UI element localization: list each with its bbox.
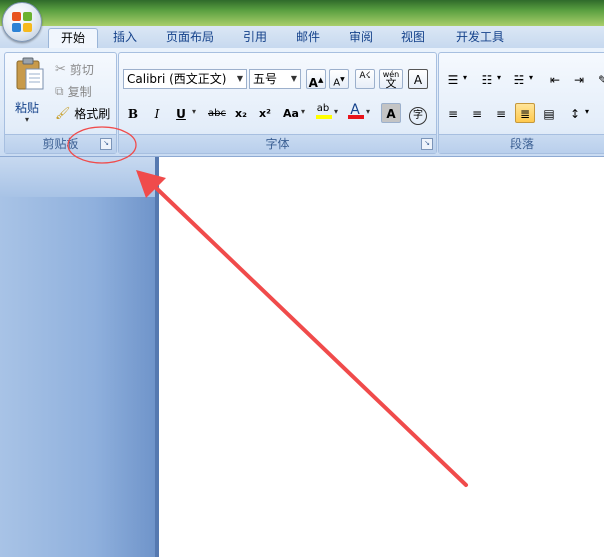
justify-icon[interactable]: ≣: [515, 103, 535, 123]
office-logo-icon: [12, 12, 32, 32]
ribbon-tab-strip: 开始 插入 页面布局 引用 邮件 审阅 视图 开发工具: [0, 26, 604, 49]
multilevel-list-icon[interactable]: ☵: [509, 69, 529, 89]
left-panel-header: [0, 157, 158, 197]
font-color-bar: [348, 115, 364, 119]
tab-mailings[interactable]: 邮件: [287, 28, 329, 47]
chevron-down-icon: ▾: [529, 73, 534, 82]
tab-view[interactable]: 视图: [392, 28, 434, 47]
superscript-button[interactable]: x²: [255, 103, 275, 123]
character-shading-button[interactable]: A: [381, 103, 401, 123]
font-color-button[interactable]: A: [345, 101, 365, 121]
underline-button[interactable]: U: [171, 103, 191, 123]
align-center-icon[interactable]: ≡: [467, 103, 487, 123]
align-left-icon[interactable]: ≡: [443, 103, 463, 123]
tab-page-layout[interactable]: 页面布局: [156, 28, 224, 47]
scissors-icon: ✂: [55, 61, 66, 77]
paste-label: 粘贴: [15, 101, 40, 115]
chinese-layout-icon[interactable]: ✎: [593, 69, 604, 89]
cut-button[interactable]: ✂ 剪切: [55, 59, 94, 79]
tab-home[interactable]: 开始: [48, 28, 98, 49]
numbering-icon[interactable]: ☷: [477, 69, 497, 89]
tab-developer[interactable]: 开发工具: [446, 28, 514, 47]
chevron-down-icon: ▾: [192, 107, 197, 116]
align-right-icon[interactable]: ≡: [491, 103, 511, 123]
paintbrush-icon: 🖌: [55, 106, 71, 120]
font-group-label: 字体: [119, 134, 436, 153]
copy-label: 复制: [67, 84, 92, 99]
tab-review[interactable]: 审阅: [340, 28, 382, 47]
format-painter-label: 格式刷: [74, 106, 111, 121]
bold-button[interactable]: B: [123, 103, 143, 123]
clear-formatting-button[interactable]: A☇: [355, 69, 375, 89]
font-size-value: 五号: [253, 72, 278, 86]
clipboard-dialog-launcher-icon[interactable]: ↘: [100, 138, 112, 150]
document-page[interactable]: [159, 157, 604, 557]
chevron-down-icon: ▼: [236, 74, 243, 83]
ribbon: 粘贴 ▾ ✂ 剪切 ⧉ 复制 🖌 格式刷 剪贴板 ↘ Calibri (西文正文…: [0, 48, 604, 157]
copy-icon: ⧉: [55, 83, 64, 98]
line-spacing-icon[interactable]: ↕: [565, 103, 585, 123]
strikethrough-button[interactable]: abc: [205, 103, 229, 123]
chevron-down-icon: ▼: [290, 74, 297, 83]
font-size-combo[interactable]: 五号 ▼: [249, 69, 301, 89]
font-group: Calibri (西文正文) ▼ 五号 ▼ A▲ A▼ A☇ wén 文 A B…: [118, 52, 437, 154]
tab-references[interactable]: 引用: [234, 28, 276, 47]
chevron-down-icon: ▾: [497, 73, 502, 82]
grow-font-button[interactable]: A▲: [306, 69, 326, 90]
enclose-characters-button[interactable]: 字: [408, 103, 428, 125]
title-bar: [0, 0, 604, 26]
eraser-icon: A☇: [359, 71, 371, 81]
character-border-button[interactable]: A: [408, 69, 428, 89]
copy-button[interactable]: ⧉ 复制: [55, 81, 92, 101]
paste-icon: [16, 57, 44, 90]
font-name-combo[interactable]: Calibri (西文正文) ▼: [123, 69, 247, 89]
chevron-down-icon: ▾: [366, 107, 371, 116]
highlight-color-bar: [316, 115, 332, 119]
phonetic-guide-button[interactable]: wén 文: [379, 69, 403, 89]
format-painter-button[interactable]: 🖌 格式刷: [55, 103, 110, 123]
subscript-button[interactable]: x₂: [231, 103, 251, 123]
distributed-icon[interactable]: ▤: [539, 103, 559, 123]
paragraph-group-label: 段落: [439, 134, 604, 153]
left-panel: [0, 157, 158, 557]
shrink-font-button[interactable]: A▼: [329, 69, 349, 89]
clipboard-group: 粘贴 ▾ ✂ 剪切 ⧉ 复制 🖌 格式刷 剪贴板 ↘: [4, 52, 117, 154]
paste-dropdown-arrow-icon: ▾: [25, 115, 30, 124]
cut-label: 剪切: [69, 62, 94, 77]
paragraph-group: ☰ ▾ ☷ ▾ ☵ ▾ ⇤ ⇥ ✎ ≡ ≡ ≡ ≣ ▤ ↕ ▾ 段落: [438, 52, 604, 154]
font-name-value: Calibri (西文正文): [127, 72, 227, 86]
highlight-button[interactable]: ab: [313, 101, 333, 121]
chevron-down-icon: ▾: [301, 107, 306, 116]
italic-button[interactable]: I: [147, 103, 167, 123]
decrease-indent-icon[interactable]: ⇤: [545, 69, 565, 89]
bullets-icon[interactable]: ☰: [443, 69, 463, 89]
change-case-button[interactable]: Aa: [279, 103, 303, 123]
chevron-down-icon: ▾: [585, 107, 590, 116]
font-dialog-launcher-icon[interactable]: ↘: [421, 138, 433, 150]
increase-indent-icon[interactable]: ⇥: [569, 69, 589, 89]
chevron-down-icon: ▾: [463, 73, 468, 82]
tab-insert[interactable]: 插入: [104, 28, 146, 47]
paste-button[interactable]: 粘贴 ▾: [9, 55, 49, 129]
chevron-down-icon: ▾: [334, 107, 339, 116]
office-button[interactable]: [2, 2, 42, 42]
